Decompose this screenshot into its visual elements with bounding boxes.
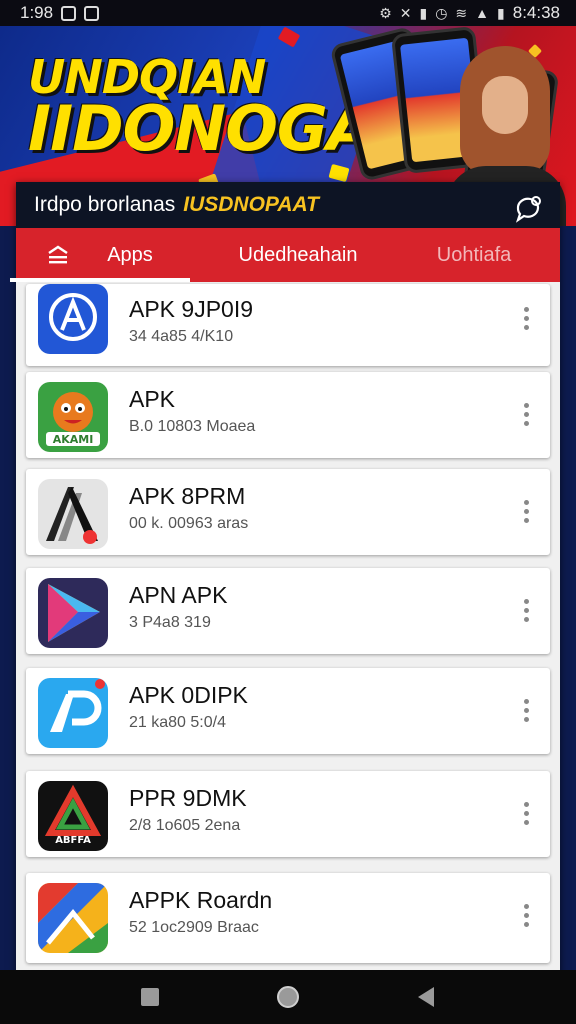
alarm-icon: ⚙ <box>379 4 392 21</box>
list-item[interactable]: APN APK 3 P4a8 319 <box>26 568 550 654</box>
app-name: APK 8PRM <box>129 483 246 509</box>
app-meta: 00 k. 00963 aras <box>129 515 249 532</box>
app-meta: 52 1oc2909 Braac <box>129 919 259 936</box>
app-meta: 2/8 1o605 2ena <box>129 817 241 834</box>
svg-text:ABFFA: ABFFA <box>55 835 91 846</box>
ap-logo-icon <box>38 678 108 748</box>
status-bar: 1:98 ⚙ ✕ ▮ ◷ ≋ ▲ ▮ 8:4:38 <box>0 0 576 26</box>
home-button[interactable] <box>274 983 302 1011</box>
tab-apps[interactable]: Apps <box>10 228 190 282</box>
more-options-icon[interactable] <box>516 590 536 630</box>
panel-title: Irdpo brorlanas <box>34 193 176 216</box>
menu-icon <box>48 245 68 264</box>
wifi-icon: ≋ <box>455 4 468 21</box>
tab-third[interactable]: Uohtiafa <box>414 228 534 282</box>
list-item[interactable]: APK 8PRM 00 k. 00963 aras <box>26 469 550 555</box>
battery-icon: ▮ <box>497 4 505 21</box>
menu-button[interactable] <box>16 228 100 282</box>
more-options-icon[interactable] <box>516 394 536 434</box>
stylized-a-icon <box>38 479 108 549</box>
recents-button[interactable] <box>136 983 164 1011</box>
more-options-icon[interactable] <box>516 690 536 730</box>
tab-bar: Apps Udedheahain Uohtiafa <box>10 228 560 282</box>
signal-icon: ▲ <box>475 5 490 21</box>
more-options-icon[interactable] <box>516 793 536 833</box>
app-meta: B.0 10803 Moaea <box>129 418 256 435</box>
status-time: 1:98 <box>20 3 54 22</box>
app-name: APK 0DIPK <box>129 682 248 708</box>
app-meta: 3 P4a8 319 <box>129 614 211 631</box>
notification-icon <box>84 5 100 21</box>
list-item[interactable]: AKAMI APK B.0 10803 Moaea <box>26 372 550 458</box>
clock-icon: ◷ <box>435 4 448 21</box>
list-item[interactable]: ABFFA PPR 9DMK 2/8 1o605 2ena <box>26 771 550 857</box>
app-name: PPR 9DMK <box>129 785 247 811</box>
mute-icon: ✕ <box>399 4 412 21</box>
app-name: APK 9JP0I9 <box>129 296 254 322</box>
list-item[interactable]: APK 9JP0I9 34 4a85 4/K10 <box>26 284 550 366</box>
back-button[interactable] <box>412 983 440 1011</box>
square-icon <box>141 988 159 1006</box>
panel-header: Irdpo brorlanas IUSDNOPAAT <box>16 182 560 228</box>
circle-a-icon <box>38 284 108 354</box>
tab-second[interactable]: Udedheahain <box>198 228 398 282</box>
circle-icon <box>277 986 299 1008</box>
notification-icon <box>61 5 77 21</box>
vibrate-icon: ▮ <box>419 4 428 21</box>
panel-brand: IUSDNOPAAT <box>183 193 319 216</box>
maps-icon <box>38 883 108 953</box>
mascot-icon: AKAMI <box>38 382 108 452</box>
abfa-logo-icon: ABFFA <box>38 781 108 851</box>
list-item[interactable]: APK 0DIPK 21 ka80 5:0/4 <box>26 668 550 754</box>
back-triangle-icon <box>418 987 434 1007</box>
list-item[interactable]: APPK Roardn 52 1oc2909 Braac <box>26 873 550 963</box>
more-options-icon[interactable] <box>516 298 536 338</box>
chat-icon[interactable] <box>512 194 544 226</box>
app-name: APK <box>129 386 176 412</box>
more-options-icon[interactable] <box>516 895 536 935</box>
app-name: APPK Roardn <box>129 887 273 913</box>
app-meta: 34 4a85 4/K10 <box>129 328 234 345</box>
status-clock: 8:4:38 <box>512 3 560 22</box>
svg-text:AKAMI: AKAMI <box>53 433 94 446</box>
system-nav-bar <box>0 970 576 1024</box>
app-meta: 21 ka80 5:0/4 <box>129 714 226 731</box>
more-options-icon[interactable] <box>516 491 536 531</box>
play-triangle-icon <box>38 578 108 648</box>
app-name: APN APK <box>129 582 228 608</box>
